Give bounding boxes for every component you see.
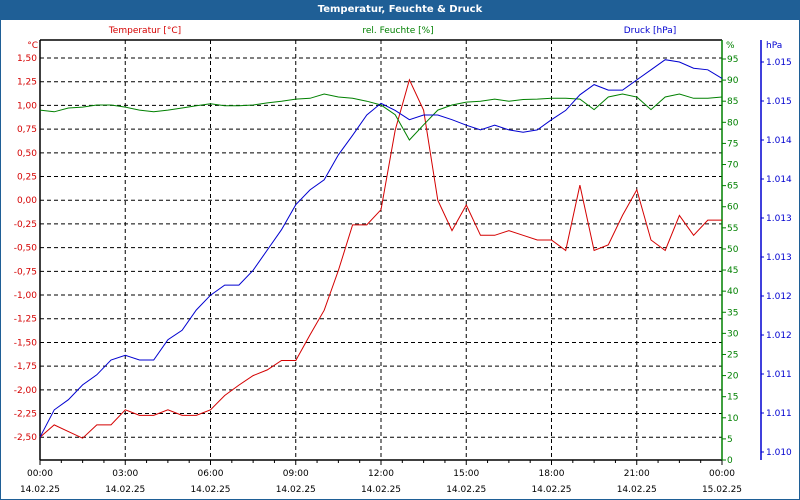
x-tick-time: 12:00 xyxy=(368,469,394,479)
humidity-unit: % xyxy=(726,41,735,51)
pressure-tick-label: 1.011 xyxy=(766,409,792,419)
x-tick-date: 14.02.25 xyxy=(276,485,316,495)
temperature-tick-label: 0,25 xyxy=(17,173,37,183)
humidity-tick-label: 70 xyxy=(727,161,739,171)
x-tick-time: 00:00 xyxy=(27,469,53,479)
humidity-tick-label: 15 xyxy=(727,393,738,403)
humidity-tick-label: 90 xyxy=(727,76,739,86)
humidity-tick-label: 45 xyxy=(727,266,738,276)
x-tick-date: 14.02.25 xyxy=(617,485,657,495)
chart: Temperatur [°C] rel. Feuchte [%] Druck [… xyxy=(14,26,792,495)
x-tick-time: 21:00 xyxy=(624,469,650,479)
humidity-tick-label: 80 xyxy=(727,118,739,128)
legend-temperature: Temperatur [°C] xyxy=(108,26,181,36)
humidity-tick-label: 50 xyxy=(727,245,739,255)
temperature-tick-label: -2,50 xyxy=(14,433,38,443)
temperature-tick-label: -1,50 xyxy=(14,338,38,348)
x-tick-date: 15.02.25 xyxy=(702,485,742,495)
pressure-tick-label: 1.015 xyxy=(766,97,792,107)
temperature-tick-label: -2,25 xyxy=(14,410,37,420)
humidity-tick-label: 75 xyxy=(727,139,738,149)
humidity-tick-label: 25 xyxy=(727,350,738,360)
temperature-tick-label: 0,75 xyxy=(17,125,37,135)
humidity-tick-label: 30 xyxy=(727,329,739,339)
temperature-tick-label: -1,25 xyxy=(14,315,37,325)
pressure-tick-label: 1.012 xyxy=(766,292,792,302)
humidity-tick-label: 85 xyxy=(727,97,738,107)
temperature-tick-label: -0,25 xyxy=(14,220,37,230)
temperature-tick-label: 1,50 xyxy=(17,54,37,64)
temperature-unit: °C xyxy=(27,41,38,51)
x-tick-date: 14.02.25 xyxy=(361,485,401,495)
temperature-tick-label: 0,50 xyxy=(17,149,37,159)
humidity-tick-label: 95 xyxy=(727,55,738,65)
temperature-tick-label: -2,00 xyxy=(14,386,38,396)
pressure-tick-label: 1.013 xyxy=(766,214,792,224)
pressure-tick-label: 1.013 xyxy=(766,253,792,263)
humidity-tick-label: 5 xyxy=(727,435,733,445)
humidity-tick-label: 35 xyxy=(727,308,738,318)
temperature-tick-label: -1,00 xyxy=(14,291,38,301)
humidity-tick-label: 40 xyxy=(727,287,739,297)
x-tick-time: 15:00 xyxy=(453,469,479,479)
legend-humidity: rel. Feuchte [%] xyxy=(362,26,433,36)
pressure-unit: hPa xyxy=(766,41,782,51)
humidity-tick-label: 60 xyxy=(727,203,739,213)
x-tick-date: 14.02.25 xyxy=(105,485,145,495)
humidity-tick-label: 55 xyxy=(727,224,738,234)
x-tick-date: 14.02.25 xyxy=(20,485,60,495)
pressure-tick-label: 1.014 xyxy=(766,136,792,146)
temperature-tick-label: -0,50 xyxy=(14,244,38,254)
temperature-tick-label: -0,75 xyxy=(14,267,37,277)
pressure-tick-label: 1.010 xyxy=(766,448,792,458)
pressure-tick-label: 1.014 xyxy=(766,175,792,185)
x-tick-time: 18:00 xyxy=(539,469,565,479)
humidity-tick-label: 10 xyxy=(727,414,739,424)
temperature-tick-label: 1,25 xyxy=(17,78,37,88)
legend-pressure: Druck [hPa] xyxy=(624,26,677,36)
pressure-tick-label: 1.012 xyxy=(766,331,792,341)
series-pressure-line xyxy=(39,59,723,438)
x-tick-time: 03:00 xyxy=(112,469,138,479)
humidity-tick-label: 0 xyxy=(727,456,733,466)
x-tick-date: 14.02.25 xyxy=(446,485,486,495)
x-tick-time: 09:00 xyxy=(283,469,309,479)
temperature-tick-label: 0,00 xyxy=(17,196,37,206)
pressure-tick-label: 1.011 xyxy=(766,370,792,380)
x-tick-date: 14.02.25 xyxy=(190,485,230,495)
humidity-tick-label: 20 xyxy=(727,372,739,382)
temperature-tick-label: -1,75 xyxy=(14,362,37,372)
x-tick-time: 06:00 xyxy=(198,469,224,479)
pressure-tick-label: 1.015 xyxy=(766,58,792,68)
x-tick-date: 14.02.25 xyxy=(531,485,571,495)
temperature-tick-label: 1,00 xyxy=(17,101,37,111)
humidity-tick-label: 65 xyxy=(727,182,738,192)
x-tick-time: 00:00 xyxy=(709,469,735,479)
